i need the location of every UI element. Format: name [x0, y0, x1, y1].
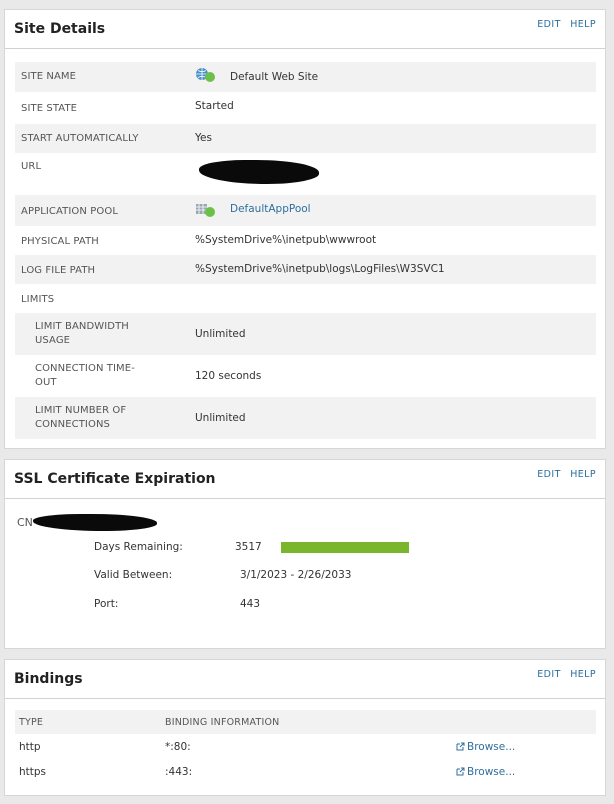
start-automatically-label: START AUTOMATICALLY	[21, 133, 139, 144]
bindings-edit-link[interactable]: EDIT	[537, 669, 561, 680]
site-name-value: Default Web Site	[230, 71, 319, 83]
site-state-value: Started	[195, 100, 234, 112]
row-limit-bandwidth: LIMIT BANDWIDTH USAGE Unlimited	[15, 313, 596, 355]
bindings-table: TYPE BINDING INFORMATION http *:80: Brow…	[15, 710, 596, 784]
port-label: Port:	[94, 598, 119, 610]
row-limit-connections: LIMIT NUMBER OF CONNECTIONS Unlimited	[15, 397, 596, 439]
site-details-actions: EDIT HELP	[531, 19, 596, 30]
binding-type: http	[19, 741, 41, 753]
table-row: https :443: Browse...	[15, 759, 596, 784]
site-name-label: SITE NAME	[21, 71, 77, 82]
bindings-actions: EDIT HELP	[531, 669, 596, 680]
application-pool-label: APPLICATION POOL	[21, 206, 119, 217]
log-file-path-value: %SystemDrive%\inetpub\logs\LogFiles\W3SV…	[195, 263, 445, 275]
binding-info: *:80:	[165, 741, 191, 753]
limit-bandwidth-value: Unlimited	[195, 328, 246, 340]
days-remaining-bar	[281, 542, 409, 553]
bindings-help-link[interactable]: HELP	[570, 669, 596, 680]
bindings-panel: Bindings EDIT HELP TYPE BINDING INFORMAT…	[4, 659, 606, 796]
row-log-file-path: LOG FILE PATH %SystemDrive%\inetpub\logs…	[15, 255, 596, 284]
site-details-header: Site Details EDIT HELP	[5, 10, 605, 49]
site-state-label: SITE STATE	[21, 103, 78, 114]
site-details-help-link[interactable]: HELP	[570, 19, 596, 30]
limit-connections-label: LIMIT NUMBER OF CONNECTIONS	[35, 405, 127, 430]
connection-timeout-value: 120 seconds	[195, 370, 262, 382]
row-limits: LIMITS	[15, 284, 596, 313]
binding-type: https	[19, 766, 47, 778]
website-globe-icon	[196, 68, 215, 82]
row-url: URL	[15, 153, 596, 195]
binding-info: :443:	[165, 766, 193, 778]
app-pool-icon	[196, 204, 215, 217]
ssl-cn-redaction	[33, 514, 157, 531]
row-start-automatically: START AUTOMATICALLY Yes	[15, 124, 596, 153]
url-redaction	[199, 160, 319, 184]
row-physical-path: PHYSICAL PATH %SystemDrive%\inetpub\wwwr…	[15, 226, 596, 255]
site-details-title: Site Details	[14, 21, 106, 37]
days-remaining-label: Days Remaining:	[94, 541, 183, 553]
browse-https-link[interactable]: Browse...	[467, 766, 515, 778]
limit-bandwidth-label: LIMIT BANDWIDTH USAGE	[35, 321, 129, 346]
ssl-actions: EDIT HELP	[531, 469, 596, 480]
bindings-header: Bindings EDIT HELP	[5, 660, 605, 699]
start-automatically-value: Yes	[195, 132, 212, 144]
ssl-certificate-panel: SSL Certificate Expiration EDIT HELP CN …	[4, 459, 606, 649]
days-remaining-value: 3517	[235, 541, 262, 553]
limits-label: LIMITS	[21, 294, 55, 305]
row-application-pool: APPLICATION POOL DefaultAppPool	[15, 195, 596, 226]
bindings-table-header: TYPE BINDING INFORMATION	[15, 710, 596, 734]
connection-timeout-label: CONNECTION TIME-OUT	[35, 363, 135, 388]
row-site-state: SITE STATE Started	[15, 92, 596, 124]
table-row: http *:80: Browse...	[15, 734, 596, 759]
browse-http-link[interactable]: Browse...	[467, 741, 515, 753]
external-link-icon	[456, 742, 465, 751]
bindings-title: Bindings	[14, 671, 83, 687]
col-binding-info-header: BINDING INFORMATION	[165, 717, 280, 728]
days-remaining-bar-fill	[281, 542, 409, 553]
ssl-help-link[interactable]: HELP	[570, 469, 596, 480]
application-pool-link[interactable]: DefaultAppPool	[230, 203, 311, 215]
physical-path-label: PHYSICAL PATH	[21, 236, 99, 247]
row-connection-timeout: CONNECTION TIME-OUT 120 seconds	[15, 355, 596, 397]
site-details-panel: Site Details EDIT HELP SITE NAME Default…	[4, 9, 606, 449]
valid-between-value: 3/1/2023 - 2/26/2033	[240, 569, 352, 581]
valid-between-label: Valid Between:	[94, 569, 173, 581]
limit-connections-value: Unlimited	[195, 412, 246, 424]
row-site-name: SITE NAME Default Web Site	[15, 62, 596, 92]
col-type-header: TYPE	[19, 717, 44, 728]
url-label: URL	[21, 161, 42, 172]
physical-path-value: %SystemDrive%\inetpub\wwwroot	[195, 234, 377, 246]
external-link-icon	[456, 767, 465, 776]
ssl-cn-prefix: CN	[17, 516, 33, 529]
port-value: 443	[240, 598, 261, 610]
site-details-edit-link[interactable]: EDIT	[537, 19, 561, 30]
log-file-path-label: LOG FILE PATH	[21, 265, 96, 276]
site-details-table: SITE NAME Default Web Site SITE STATE St…	[15, 62, 596, 439]
ssl-header: SSL Certificate Expiration EDIT HELP	[5, 460, 605, 499]
ssl-edit-link[interactable]: EDIT	[537, 469, 561, 480]
ssl-title: SSL Certificate Expiration	[14, 471, 216, 487]
